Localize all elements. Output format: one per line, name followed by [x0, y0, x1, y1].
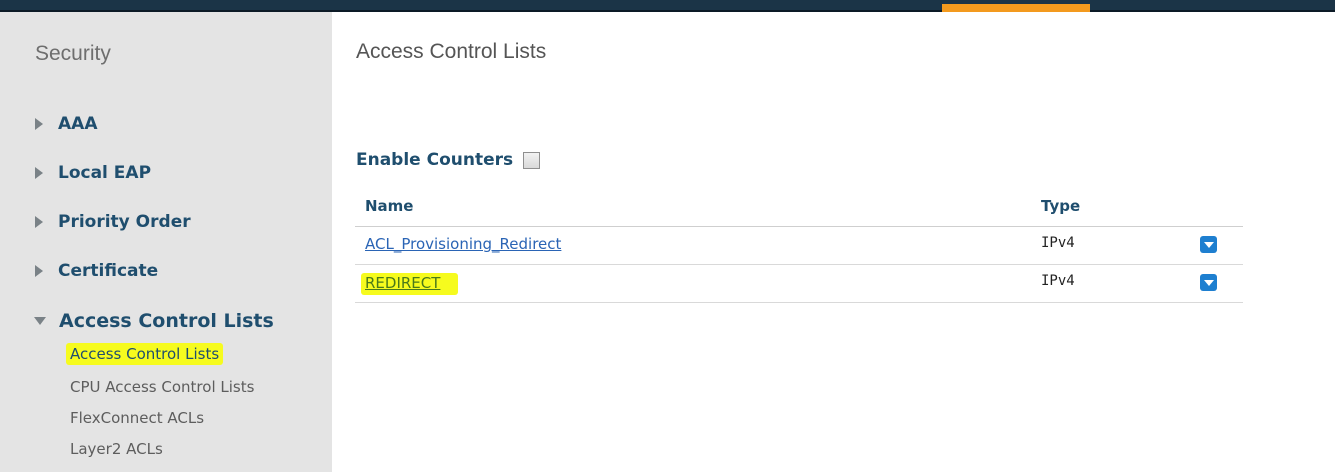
expand-arrow-icon [35, 265, 43, 277]
acl-name-link[interactable]: ACL_Provisioning_Redirect [365, 235, 561, 253]
sidebar-item-priority-order[interactable]: Priority Order [35, 209, 191, 235]
acl-type: IPv4 [1041, 273, 1075, 289]
enable-counters: Enable Counters [356, 147, 541, 173]
sidebar-item-label: Access Control Lists [59, 310, 274, 332]
expand-arrow-icon [35, 118, 43, 130]
sidebar-item-label: AAA [58, 114, 98, 134]
sidebar-item-label: Priority Order [58, 212, 191, 232]
sidebar-item-aaa[interactable]: AAA [35, 111, 97, 137]
top-bar [0, 0, 1335, 12]
row-action-dropdown-button[interactable] [1200, 236, 1217, 253]
expand-arrow-icon [35, 167, 43, 179]
sidebar-item-access-control-lists[interactable]: Access Control Lists [34, 308, 274, 334]
sidebar-item-certificate[interactable]: Certificate [35, 258, 158, 284]
sidebar: Security AAA Local EAP Priority Order Ce… [0, 12, 332, 472]
subitem-layer2-acls[interactable]: Layer2 ACLs [70, 438, 163, 460]
column-header-type: Type [1041, 197, 1081, 215]
column-header-name: Name [365, 197, 414, 215]
subitem-flexconnect-acls[interactable]: FlexConnect ACLs [70, 407, 204, 429]
table-row: ACL_Provisioning_Redirect IPv4 [355, 227, 1243, 265]
table-row: REDIRECT IPv4 [355, 265, 1243, 303]
enable-counters-checkbox[interactable] [523, 151, 541, 169]
sidebar-title: Security [35, 42, 111, 65]
chevron-down-icon [1203, 279, 1214, 286]
enable-counters-label: Enable Counters [356, 150, 514, 170]
table-header: Name Type [355, 193, 1243, 227]
row-action-dropdown-button[interactable] [1200, 274, 1217, 291]
acl-name-link[interactable]: REDIRECT [361, 273, 459, 295]
active-menu-indicator [942, 4, 1090, 12]
chevron-down-icon [1203, 241, 1214, 248]
acl-table: Name Type ACL_Provisioning_Redirect IPv4… [355, 193, 1243, 303]
sidebar-item-label: Local EAP [58, 163, 152, 183]
expand-arrow-icon [35, 216, 43, 228]
page-title: Access Control Lists [356, 40, 547, 63]
collapse-arrow-icon [34, 317, 46, 325]
subitem-cpu-access-control-lists[interactable]: CPU Access Control Lists [70, 376, 254, 398]
subitem-access-control-lists[interactable]: Access Control Lists [66, 343, 224, 365]
sidebar-item-label: Certificate [58, 261, 159, 281]
sidebar-item-local-eap[interactable]: Local EAP [35, 160, 151, 186]
acl-type: IPv4 [1041, 235, 1075, 251]
